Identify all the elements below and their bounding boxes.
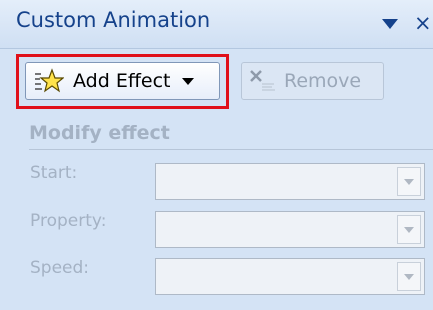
- section-divider: [29, 149, 433, 150]
- property-label: Property:: [30, 211, 107, 231]
- triangle-down-icon[interactable]: [378, 13, 402, 35]
- modify-effect-heading: Modify effect: [29, 122, 170, 144]
- add-effect-button[interactable]: Add Effect: [25, 62, 220, 100]
- property-select[interactable]: [155, 211, 425, 248]
- speed-label: Speed:: [30, 258, 90, 278]
- add-effect-label: Add Effect: [73, 70, 171, 92]
- close-icon[interactable]: ×: [414, 10, 433, 36]
- chevron-down-icon: [181, 78, 194, 85]
- remove-label: Remove: [284, 70, 362, 92]
- chevron-down-icon[interactable]: [397, 167, 421, 196]
- remove-x-icon: [250, 70, 275, 91]
- remove-button[interactable]: Remove: [241, 62, 384, 100]
- start-select[interactable]: [155, 163, 425, 200]
- star-sparkle-icon: [35, 68, 64, 93]
- chevron-down-icon[interactable]: [397, 262, 421, 291]
- start-label: Start:: [30, 163, 78, 183]
- pane-title-bar: Custom Animation ×: [0, 0, 433, 49]
- chevron-down-icon[interactable]: [397, 215, 421, 244]
- pane-title: Custom Animation: [16, 8, 211, 32]
- speed-select[interactable]: [155, 258, 425, 295]
